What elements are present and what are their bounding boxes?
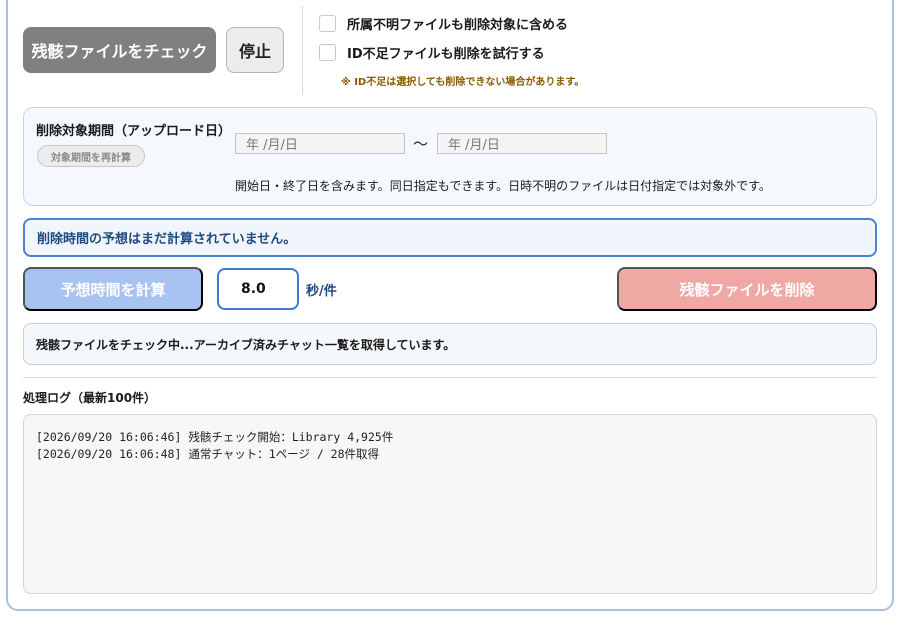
log-line: [2026/09/20 16:06:48] 通常チャット：1ページ / 28件取…: [36, 447, 380, 461]
period-note: 開始日・終了日を含みます。同日指定もできます。日時不明のファイルは日付指定では対…: [235, 179, 771, 193]
calculate-estimate-button[interactable]: 予想時間を計算: [23, 267, 203, 311]
seconds-per-file-unit: 秒/件: [306, 284, 337, 299]
log-box[interactable]: [2026/09/20 16:06:46] 残骸チェック開始：Library 4…: [23, 414, 877, 594]
include-unknown-owner-checkbox[interactable]: [319, 15, 336, 32]
log-line: [2026/09/20 16:06:46] 残骸チェック開始：Library 4…: [36, 430, 394, 444]
estimate-status-box: 削除時間の予想はまだ計算されていません。: [23, 218, 877, 257]
option-try-missing-id[interactable]: ID不足ファイルも削除を試行する: [319, 43, 545, 62]
stop-button[interactable]: 停止: [226, 27, 284, 73]
include-unknown-owner-label: 所属不明ファイルも削除対象に含める: [347, 18, 569, 33]
try-missing-id-label: ID不足ファイルも削除を試行する: [347, 47, 545, 62]
recalc-period-button[interactable]: 対象期間を再計算: [37, 145, 145, 167]
option-include-unknown-owner[interactable]: 所属不明ファイルも削除対象に含める: [319, 14, 568, 33]
end-date-input[interactable]: 年 /月/日: [437, 133, 607, 154]
vertical-divider: [302, 6, 303, 95]
horizontal-divider: [23, 377, 877, 378]
start-date-input[interactable]: 年 /月/日: [235, 133, 405, 154]
missing-id-note: ※ ID不足は選択しても削除できない場合があります。: [341, 77, 585, 88]
delete-orphan-files-button[interactable]: 残骸ファイルを削除: [617, 267, 877, 311]
check-orphan-files-button[interactable]: 残骸ファイルをチェック: [23, 27, 216, 73]
period-title: 削除対象期間（アップロード日）: [36, 124, 232, 139]
try-missing-id-checkbox[interactable]: [319, 44, 336, 61]
progress-status-box: 残骸ファイルをチェック中...アーカイブ済みチャット一覧を取得しています。: [23, 323, 877, 365]
seconds-per-file-input[interactable]: 8.0: [217, 268, 299, 310]
date-range-separator: 〜: [413, 135, 429, 153]
log-title: 処理ログ（最新100件）: [23, 391, 157, 405]
